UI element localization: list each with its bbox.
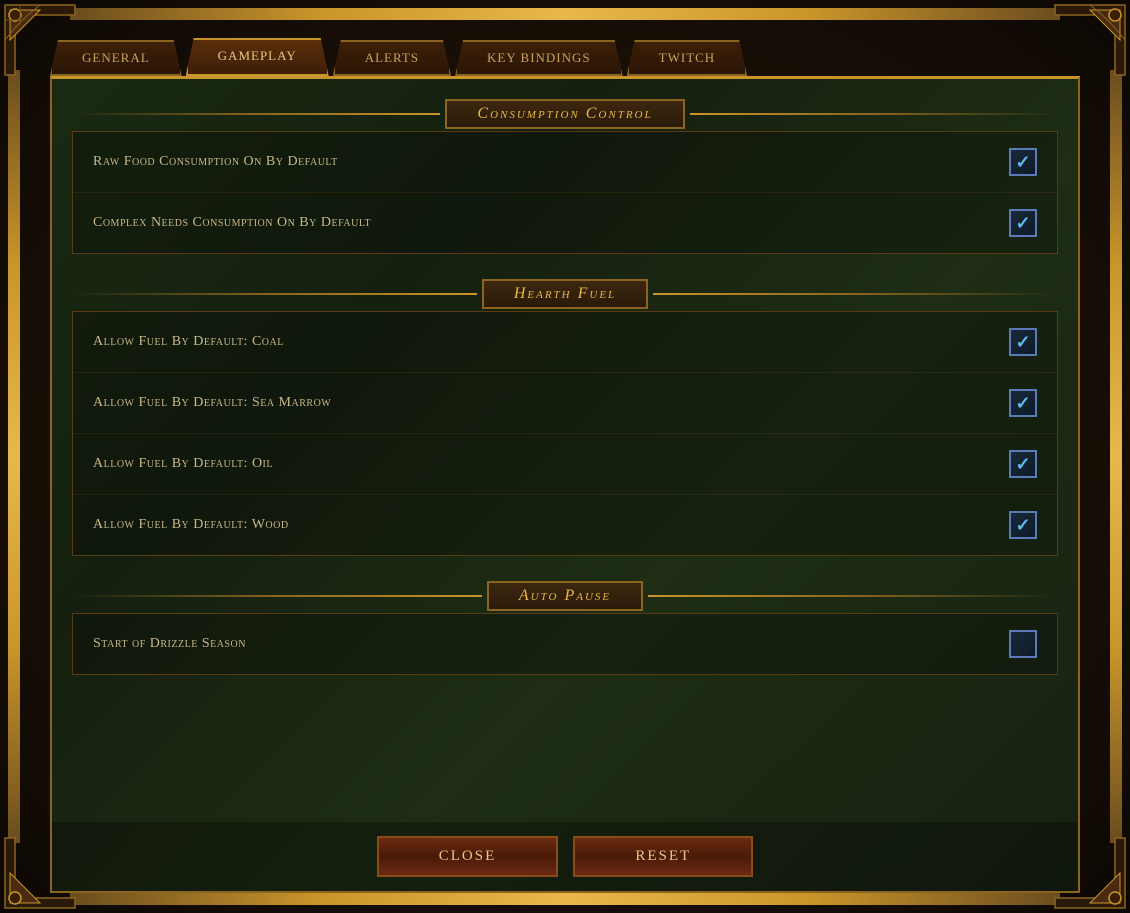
setting-row-fuel-wood: Allow Fuel By Default: Wood <box>73 495 1057 555</box>
tab-gameplay[interactable]: Gameplay <box>186 38 329 76</box>
setting-label-fuel-wood: Allow Fuel By Default: Wood <box>93 517 289 533</box>
setting-label-drizzle-season: Start of Drizzle Season <box>93 636 246 652</box>
section-title-box-hearth: Hearth Fuel <box>482 279 648 309</box>
setting-row-raw-food: Raw Food Consumption On By Default <box>73 132 1057 193</box>
reset-button[interactable]: Reset <box>573 836 753 877</box>
main-container: General Gameplay Alerts Key Bindings TwI… <box>20 20 1110 893</box>
checkbox-fuel-sea-marrow[interactable] <box>1009 389 1037 417</box>
section-consumption-control: Consumption Control Raw Food Consumption… <box>72 99 1058 254</box>
setting-label-fuel-oil: Allow Fuel By Default: Oil <box>93 456 273 472</box>
section-line-right <box>690 113 1058 115</box>
section-title-box-auto-pause: Auto Pause <box>487 581 643 611</box>
section-line-left-hearth <box>72 293 477 295</box>
checkbox-fuel-coal[interactable] <box>1009 328 1037 356</box>
setting-label-fuel-sea-marrow: Allow Fuel By Default: Sea Marrow <box>93 395 331 411</box>
section-title-box-consumption: Consumption Control <box>445 99 684 129</box>
setting-label-raw-food: Raw Food Consumption On By Default <box>93 154 338 170</box>
content-panel: Consumption Control Raw Food Consumption… <box>50 76 1080 893</box>
section-header-auto-pause: Auto Pause <box>72 581 1058 611</box>
border-bottom <box>70 893 1060 905</box>
border-right <box>1110 70 1122 843</box>
checkbox-fuel-oil[interactable] <box>1009 450 1037 478</box>
tab-bar: General Gameplay Alerts Key Bindings TwI… <box>20 20 1110 76</box>
close-button[interactable]: Close <box>377 836 559 877</box>
section-auto-pause: Auto Pause Start of Drizzle Season <box>72 581 1058 675</box>
checkbox-raw-food[interactable] <box>1009 148 1037 176</box>
border-left <box>8 70 20 843</box>
tab-key-bindings[interactable]: Key Bindings <box>455 40 623 76</box>
setting-row-fuel-oil: Allow Fuel By Default: Oil <box>73 434 1057 495</box>
tab-twitch[interactable]: TwITch <box>627 40 748 76</box>
section-title-hearth: Hearth Fuel <box>514 285 616 303</box>
corner-decoration-tl <box>0 0 80 80</box>
section-line-left <box>72 113 440 115</box>
section-line-left-auto-pause <box>72 595 482 597</box>
section-body-auto-pause: Start of Drizzle Season <box>72 613 1058 675</box>
section-header-hearth: Hearth Fuel <box>72 279 1058 309</box>
section-line-right-hearth <box>653 293 1058 295</box>
border-top <box>70 8 1060 20</box>
section-title-consumption: Consumption Control <box>477 105 652 123</box>
setting-row-complex-needs: Complex Needs Consumption On By Default <box>73 193 1057 253</box>
bottom-bar: Close Reset <box>52 822 1078 891</box>
corner-decoration-tr <box>1050 0 1130 80</box>
setting-row-fuel-sea-marrow: Allow Fuel By Default: Sea Marrow <box>73 373 1057 434</box>
checkbox-drizzle-season[interactable] <box>1009 630 1037 658</box>
setting-row-fuel-coal: Allow Fuel By Default: Coal <box>73 312 1057 373</box>
checkbox-fuel-wood[interactable] <box>1009 511 1037 539</box>
corner-decoration-bl <box>0 833 80 913</box>
section-line-right-auto-pause <box>648 595 1058 597</box>
section-title-auto-pause: Auto Pause <box>519 587 611 605</box>
checkbox-complex-needs[interactable] <box>1009 209 1037 237</box>
section-body-hearth: Allow Fuel By Default: Coal Allow Fuel B… <box>72 311 1058 556</box>
scroll-area[interactable]: Consumption Control Raw Food Consumption… <box>52 79 1078 822</box>
setting-label-complex-needs: Complex Needs Consumption On By Default <box>93 215 371 231</box>
section-header-consumption: Consumption Control <box>72 99 1058 129</box>
setting-label-fuel-coal: Allow Fuel By Default: Coal <box>93 334 284 350</box>
section-hearth-fuel: Hearth Fuel Allow Fuel By Default: Coal … <box>72 279 1058 556</box>
section-body-consumption: Raw Food Consumption On By Default Compl… <box>72 131 1058 254</box>
setting-row-drizzle-season: Start of Drizzle Season <box>73 614 1057 674</box>
corner-decoration-br <box>1050 833 1130 913</box>
tab-alerts[interactable]: Alerts <box>333 40 451 76</box>
